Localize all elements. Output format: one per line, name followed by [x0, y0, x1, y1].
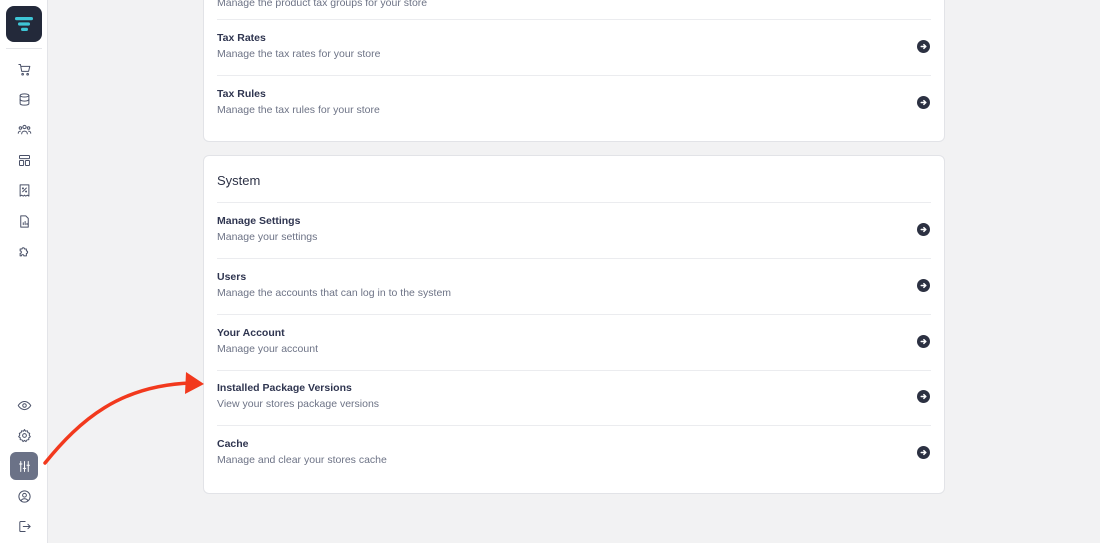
report-icon[interactable] [12, 209, 36, 233]
sidebar [0, 0, 48, 543]
eye-icon[interactable] [12, 393, 36, 417]
row-description: Manage your account [217, 343, 318, 355]
section-title: System [217, 173, 261, 188]
users-group-icon[interactable] [12, 117, 36, 141]
row-description: View your stores package versions [217, 398, 380, 410]
row-title: Users [217, 271, 247, 283]
system-settings-card: System Manage Settings Manage your setti… [203, 155, 945, 494]
arrow-right-circle-icon[interactable] [917, 40, 930, 53]
row-title: Installed Package Versions [217, 382, 352, 394]
arrow-right-circle-icon[interactable] [917, 223, 930, 236]
layout-icon[interactable] [12, 148, 36, 172]
row-description: Manage the accounts that can log in to t… [217, 287, 452, 299]
cache-row[interactable]: Cache Manage and clear your stores cache [217, 426, 931, 482]
database-icon[interactable] [12, 87, 36, 111]
row-title: Tax Rates [217, 32, 266, 44]
row-title: Tax Rules [217, 88, 266, 100]
row-title: Manage Settings [217, 215, 301, 227]
puzzle-icon[interactable] [12, 239, 36, 263]
gear-icon[interactable] [12, 423, 36, 447]
stacked-bars-logo-icon [15, 17, 33, 31]
cart-icon[interactable] [12, 57, 36, 81]
tax-groups-description: Manage the product tax groups for your s… [217, 0, 428, 9]
row-description: Manage the tax rules for your store [217, 104, 380, 116]
tax-settings-card: Manage the product tax groups for your s… [203, 0, 945, 142]
row-title: Cache [217, 438, 249, 450]
arrow-right-circle-icon[interactable] [917, 279, 930, 292]
row-description: Manage the tax rates for your store [217, 48, 381, 60]
installed-package-versions-row[interactable]: Installed Package Versions View your sto… [217, 370, 931, 426]
arrow-right-circle-icon[interactable] [917, 390, 930, 403]
sidebar-divider [6, 48, 42, 49]
sliders-icon[interactable] [10, 452, 38, 480]
your-account-row[interactable]: Your Account Manage your account [217, 315, 931, 371]
app-logo[interactable] [6, 6, 42, 42]
users-row[interactable]: Users Manage the accounts that can log i… [217, 259, 931, 315]
tax-rules-row[interactable]: Tax Rules Manage the tax rules for your … [217, 76, 931, 132]
logout-icon[interactable] [12, 514, 36, 538]
row-title: Your Account [217, 327, 285, 339]
manage-settings-row[interactable]: Manage Settings Manage your settings [217, 203, 931, 259]
user-circle-icon[interactable] [12, 484, 36, 508]
receipt-tax-icon[interactable] [12, 178, 36, 202]
arrow-right-circle-icon[interactable] [917, 96, 930, 109]
row-description: Manage and clear your stores cache [217, 454, 387, 466]
arrow-right-circle-icon[interactable] [917, 335, 930, 348]
tax-rates-row[interactable]: Tax Rates Manage the tax rates for your … [217, 20, 931, 76]
row-description: Manage your settings [217, 231, 318, 243]
arrow-right-circle-icon[interactable] [917, 446, 930, 459]
